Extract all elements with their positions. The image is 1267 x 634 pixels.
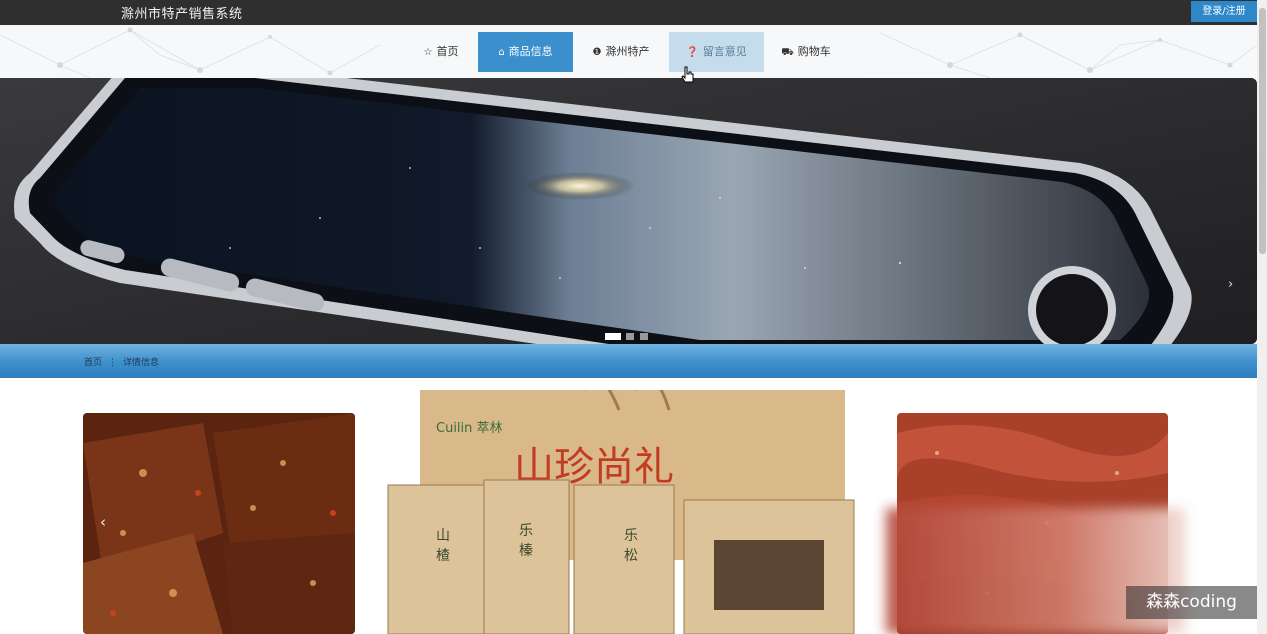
nav-item-label: 商品信息 — [508, 45, 553, 58]
main-navigation: ☆ 首页 ⌂ 商品信息 ❶ 滁州特产 ❓ 留言意见 ⛟ 购物车 — [0, 25, 1257, 78]
banner-dot-3[interactable] — [640, 333, 648, 340]
nav-item-products[interactable]: ⌂ 商品信息 — [478, 32, 573, 72]
nav-item-cart[interactable]: ⛟ 购物车 — [774, 32, 838, 72]
breadcrumb-home-link[interactable]: 首页 — [84, 358, 102, 368]
cart-icon: ⛟ — [781, 47, 794, 58]
product-image-center[interactable]: Cuilin 萃林 山珍尚礼 山楂 乐榛 乐松 — [384, 390, 859, 634]
bag-icon: ⌂ — [498, 47, 505, 58]
product-image-left[interactable] — [83, 413, 355, 634]
nav-item-label: 购物车 — [797, 45, 831, 58]
site-title: 滁州市特产销售系统 — [121, 7, 243, 22]
breadcrumb-current: 详情信息 — [123, 358, 160, 368]
svg-text:乐: 乐 — [519, 523, 533, 539]
banner-dot-2[interactable] — [626, 333, 634, 340]
banner-carousel[interactable]: › — [0, 78, 1257, 344]
page-scrollbar-thumb[interactable] — [1259, 8, 1266, 254]
svg-text:楂: 楂 — [436, 548, 450, 564]
svg-text:榛: 榛 — [519, 542, 533, 559]
breadcrumb: 首页 ⋮ 详情信息 — [84, 355, 159, 368]
nav-item-home[interactable]: ☆ 首页 — [412, 32, 470, 72]
login-register-button[interactable]: 登录/注册 — [1191, 1, 1257, 22]
svg-text:松: 松 — [624, 548, 638, 564]
svg-text:山: 山 — [436, 528, 450, 544]
banner-image-smartphone — [0, 78, 1257, 344]
info-icon: ❶ — [592, 47, 602, 58]
nav-item-label: 滁州特产 — [605, 45, 650, 58]
top-bar: 滁州市特产销售系统 登录/注册 — [0, 0, 1267, 25]
nav-item-label: 留言意见 — [702, 45, 747, 58]
star-icon: ☆ — [423, 47, 433, 58]
nav-item-specialties[interactable]: ❶ 滁州特产 — [583, 32, 659, 72]
hand-cursor-icon — [681, 66, 694, 83]
nav-item-label: 首页 — [436, 45, 459, 58]
gift-box-brand: Cuilin 萃林 — [436, 421, 503, 436]
gift-box-image: Cuilin 萃林 山珍尚礼 山楂 乐榛 乐松 — [384, 390, 859, 634]
svg-text:乐: 乐 — [624, 528, 638, 544]
breadcrumb-separator: ⋮ — [108, 358, 118, 368]
banner-next-arrow[interactable]: › — [1228, 277, 1233, 292]
watermark: 森森coding — [1126, 586, 1257, 619]
product-carousel-prev-arrow[interactable]: ‹ — [100, 513, 106, 531]
banner-dot-1[interactable] — [605, 333, 621, 340]
braised-tofu-image — [83, 413, 355, 634]
breadcrumb-bar: 首页 ⋮ 详情信息 — [0, 344, 1257, 378]
